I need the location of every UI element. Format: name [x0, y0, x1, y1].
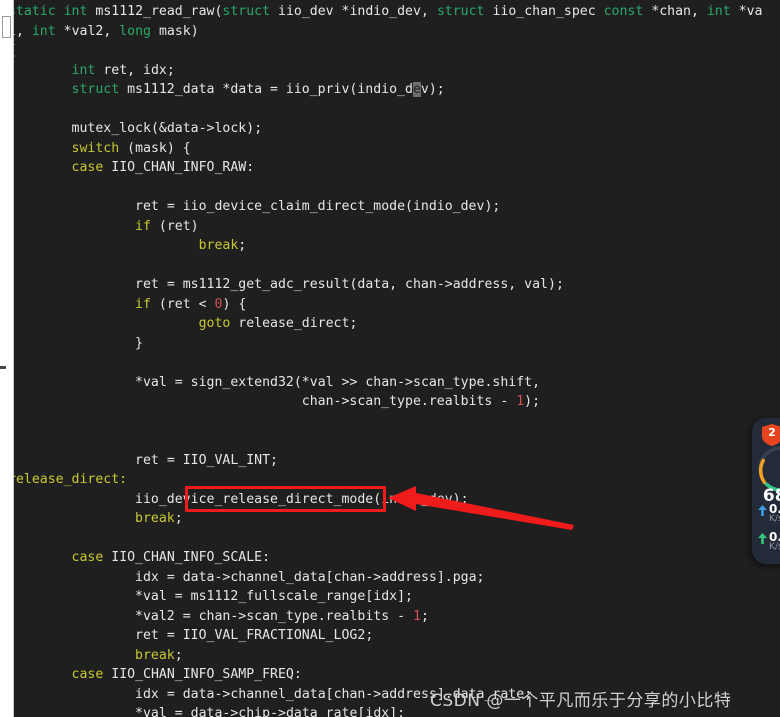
- download-arrow-icon: [758, 533, 767, 544]
- source-code[interactable]: static int ms1112_read_raw(struct iio_de…: [14, 2, 780, 717]
- download-speed-unit: K/s: [769, 542, 780, 552]
- code-editor-pane[interactable]: static int ms1112_read_raw(struct iio_de…: [14, 0, 780, 717]
- csdn-watermark: CSDN @一个平凡而乐于分享的小比特: [430, 691, 732, 711]
- notification-shield-badge[interactable]: 2: [762, 424, 780, 446]
- network-download-row: 0.0 K/s: [758, 530, 780, 556]
- badge-count: 2: [768, 426, 776, 439]
- scrollbar-thumb[interactable]: [2, 16, 11, 38]
- screenshot-root: static int ms1112_read_raw(struct iio_de…: [0, 0, 780, 717]
- cpu-usage-gauge: 68%: [756, 444, 780, 506]
- system-monitor-widget[interactable]: 2 68% 0.1 K/s 0.0 K/s: [752, 418, 780, 564]
- network-upload-row: 0.1 K/s: [758, 502, 780, 528]
- upload-arrow-icon: [758, 505, 767, 516]
- vertical-scrollbar[interactable]: [0, 0, 14, 717]
- upload-speed-unit: K/s: [769, 514, 780, 524]
- scrollbar-marker: [0, 366, 6, 369]
- scrollbar-track[interactable]: [2, 0, 12, 717]
